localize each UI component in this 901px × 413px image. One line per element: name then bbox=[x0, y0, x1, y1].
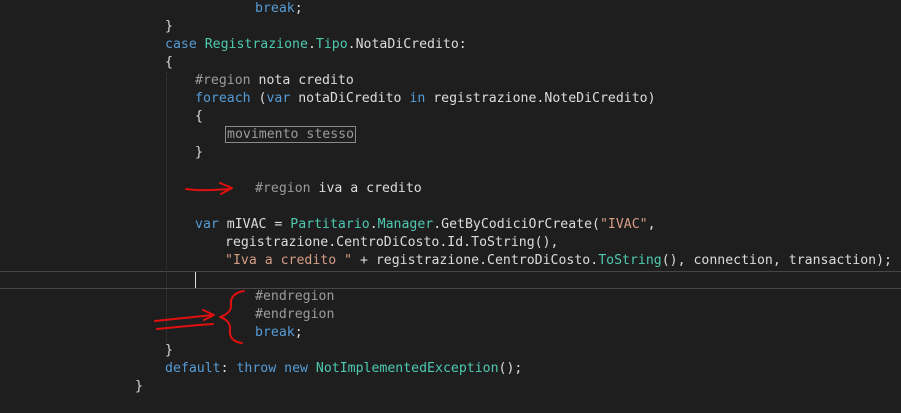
red-arrow-1 bbox=[185, 182, 233, 195]
code-editor[interactable]: break;} case Registrazione.Tipo.NotaDiCre… bbox=[0, 0, 901, 413]
handwritten-annotations bbox=[154, 182, 245, 344]
red-arrow-2b bbox=[156, 323, 214, 330]
red-curly-brace bbox=[219, 290, 245, 344]
red-arrow-2a bbox=[154, 309, 215, 322]
